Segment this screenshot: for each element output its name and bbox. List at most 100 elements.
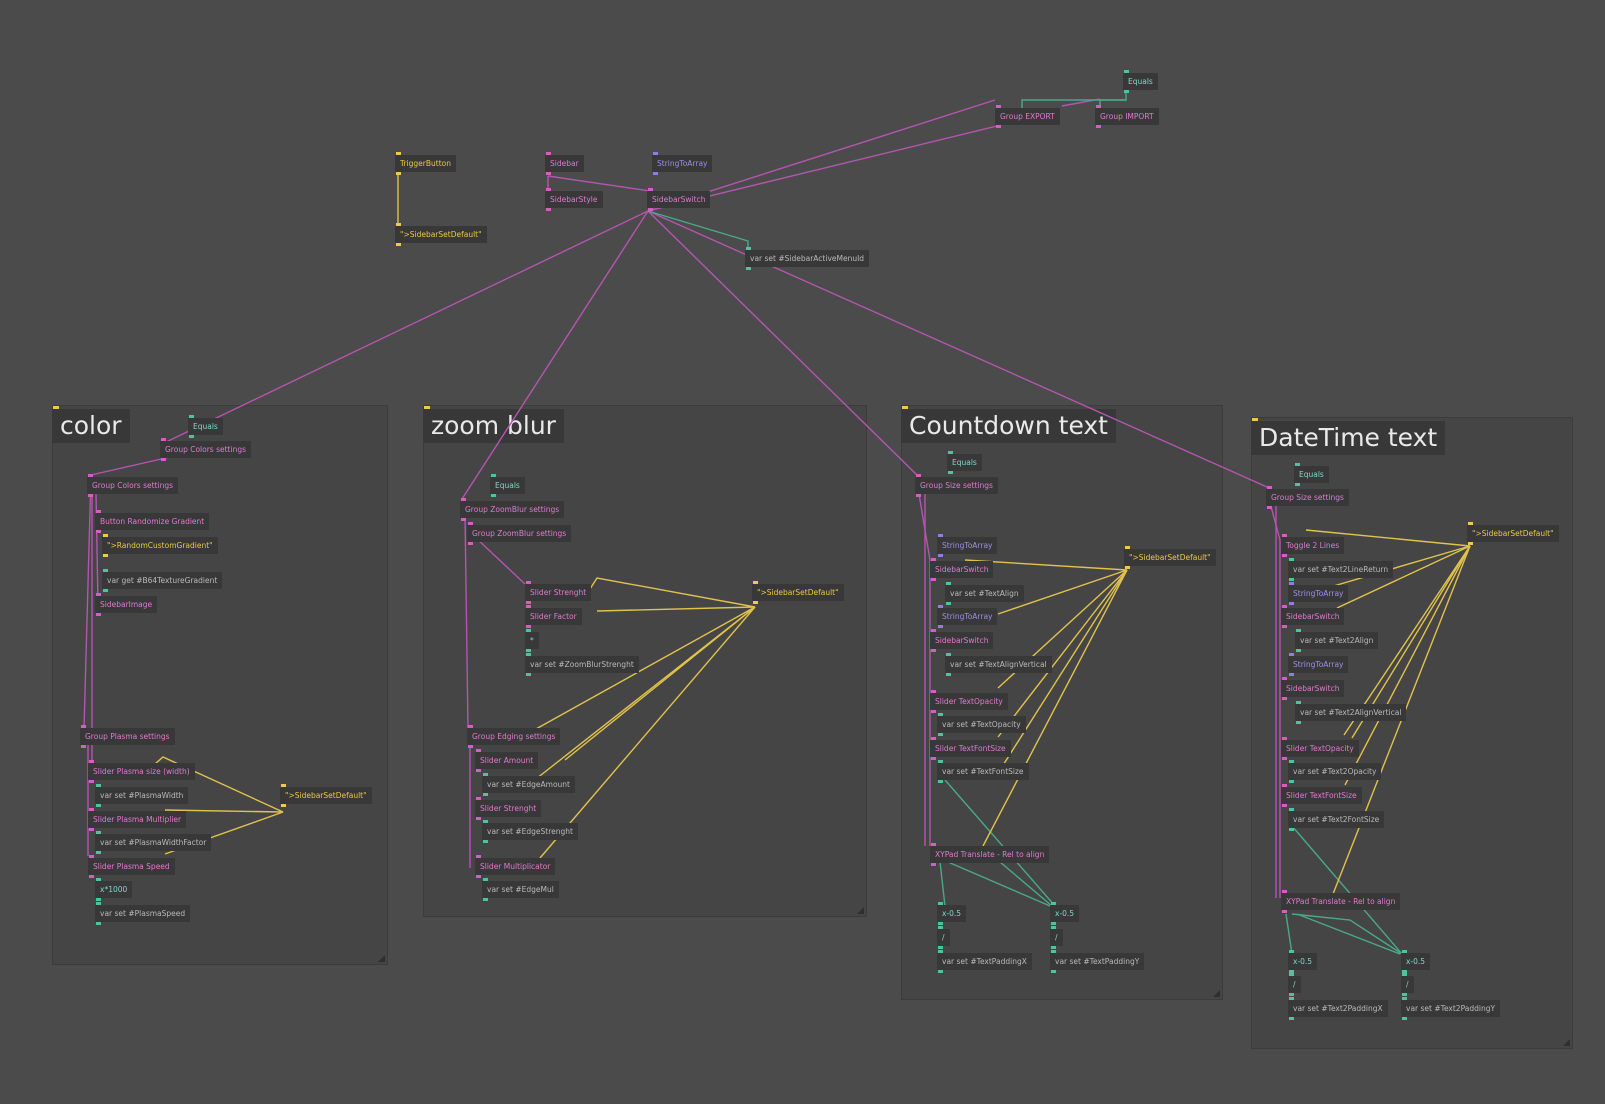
input-port[interactable] <box>281 784 286 787</box>
output-port[interactable] <box>938 625 943 628</box>
output-port[interactable] <box>1051 946 1056 949</box>
output-port[interactable] <box>1282 910 1287 913</box>
output-port[interactable] <box>938 554 943 557</box>
string-to-array-node[interactable]: StringToArray <box>1288 585 1349 602</box>
input-port[interactable] <box>1289 973 1294 976</box>
input-port[interactable] <box>1282 534 1287 537</box>
input-port[interactable] <box>931 558 936 561</box>
input-port[interactable] <box>483 878 488 881</box>
input-port[interactable] <box>1096 105 1101 108</box>
group-node[interactable]: Group Colors settings <box>160 441 251 458</box>
var-set-node[interactable]: var set #Text2PaddingY <box>1401 1000 1501 1017</box>
output-port[interactable] <box>931 710 936 713</box>
output-port[interactable] <box>526 673 531 676</box>
output-port[interactable] <box>946 673 951 676</box>
input-port[interactable] <box>89 855 94 858</box>
input-port[interactable] <box>103 569 108 572</box>
output-port[interactable] <box>281 804 286 807</box>
input-port[interactable] <box>1282 605 1287 608</box>
input-port[interactable] <box>96 593 101 596</box>
input-port[interactable] <box>461 498 466 501</box>
input-port[interactable] <box>931 737 936 740</box>
output-port[interactable] <box>1096 125 1101 128</box>
output-port[interactable] <box>526 601 531 604</box>
output-port[interactable] <box>1282 697 1287 700</box>
output-port[interactable] <box>96 898 101 901</box>
var-set-node[interactable]: var set #SidebarActiveMenuId <box>745 250 870 267</box>
input-port[interactable] <box>546 188 551 191</box>
input-port[interactable] <box>161 438 166 441</box>
string-node[interactable]: ">SidebarSetDefault" <box>395 226 487 243</box>
var-set-node[interactable]: var set #TextOpacity <box>937 716 1026 733</box>
input-port[interactable] <box>1402 973 1407 976</box>
sidebar-switch-node[interactable]: SidebarSwitch <box>1281 608 1345 625</box>
string-to-array-node[interactable]: StringToArray <box>1288 656 1349 673</box>
group-node[interactable]: Group ZoomBlur settings <box>467 525 572 542</box>
slider-node[interactable]: Slider Multiplicator <box>475 858 556 875</box>
input-port[interactable] <box>1282 784 1287 787</box>
input-port[interactable] <box>1295 463 1300 466</box>
input-port[interactable] <box>931 843 936 846</box>
output-port[interactable] <box>1296 649 1301 652</box>
output-port[interactable] <box>96 530 101 533</box>
input-port[interactable] <box>931 629 936 632</box>
output-port[interactable] <box>916 494 921 497</box>
toggle-node[interactable]: Toggle 2 Lines <box>1281 537 1345 554</box>
trigger-button-node[interactable]: TriggerButton <box>395 155 456 172</box>
output-port[interactable] <box>1124 90 1129 93</box>
input-port[interactable] <box>938 926 943 929</box>
output-port[interactable] <box>931 578 936 581</box>
input-port[interactable] <box>526 653 531 656</box>
input-port[interactable] <box>476 749 481 752</box>
group-export-node[interactable]: Group EXPORT <box>995 108 1060 125</box>
sidebar-image-node[interactable]: SidebarImage <box>95 596 158 613</box>
slider-node[interactable]: Slider Factor <box>525 608 582 625</box>
string-node[interactable]: ">SidebarSetDefault" <box>280 787 372 804</box>
output-port[interactable] <box>1282 757 1287 760</box>
output-port[interactable] <box>1289 1017 1294 1020</box>
output-port[interactable] <box>1289 828 1294 831</box>
var-get-node[interactable]: var get #B64TextureGradient <box>102 572 223 589</box>
input-port[interactable] <box>938 534 943 537</box>
var-set-node[interactable]: var set #EdgeStrenght <box>482 823 578 840</box>
input-port[interactable] <box>476 797 481 800</box>
output-port[interactable] <box>938 946 943 949</box>
resize-handle[interactable] <box>1563 1039 1570 1046</box>
group-node[interactable]: Group ZoomBlur settings <box>460 501 565 518</box>
divide-node[interactable]: / <box>1401 976 1414 993</box>
string-node[interactable]: ">SidebarSetDefault" <box>1467 525 1559 542</box>
equals-node[interactable]: Equals <box>947 454 982 471</box>
equals-node[interactable]: Equals <box>188 418 223 435</box>
var-set-node[interactable]: var set #TextAlignVertical <box>945 656 1052 673</box>
output-port[interactable] <box>648 208 653 211</box>
output-port[interactable] <box>1267 506 1272 509</box>
slider-node[interactable]: Slider Plasma Multiplier <box>88 811 187 828</box>
input-port[interactable] <box>1282 677 1287 680</box>
resize-handle[interactable] <box>857 907 864 914</box>
string-to-array-node[interactable]: StringToArray <box>937 537 998 554</box>
slider-node[interactable]: Slider Strenght <box>525 584 592 601</box>
slider-node[interactable]: Slider Plasma Speed <box>88 858 175 875</box>
output-port[interactable] <box>996 125 1001 128</box>
output-port[interactable] <box>948 471 953 474</box>
input-port[interactable] <box>1289 950 1294 953</box>
input-port[interactable] <box>396 152 401 155</box>
var-set-node[interactable]: var set #TextAlign <box>945 585 1024 602</box>
output-port[interactable] <box>931 757 936 760</box>
input-port[interactable] <box>648 188 653 191</box>
slider-node[interactable]: Slider TextFontSize <box>1281 787 1362 804</box>
output-port[interactable] <box>468 542 473 545</box>
divide-node[interactable]: / <box>1288 976 1301 993</box>
input-port[interactable] <box>483 820 488 823</box>
input-port[interactable] <box>916 474 921 477</box>
input-port[interactable] <box>938 950 943 953</box>
sidebar-style-node[interactable]: SidebarStyle <box>545 191 603 208</box>
input-port[interactable] <box>948 451 953 454</box>
output-port[interactable] <box>1295 483 1300 486</box>
output-port[interactable] <box>88 494 93 497</box>
output-port[interactable] <box>96 851 101 854</box>
group-node[interactable]: Group Plasma settings <box>80 728 175 745</box>
input-port[interactable] <box>189 415 194 418</box>
var-set-node[interactable]: var set #TextPaddingY <box>1050 953 1145 970</box>
expression-node[interactable]: x-0.5 <box>1401 953 1431 970</box>
